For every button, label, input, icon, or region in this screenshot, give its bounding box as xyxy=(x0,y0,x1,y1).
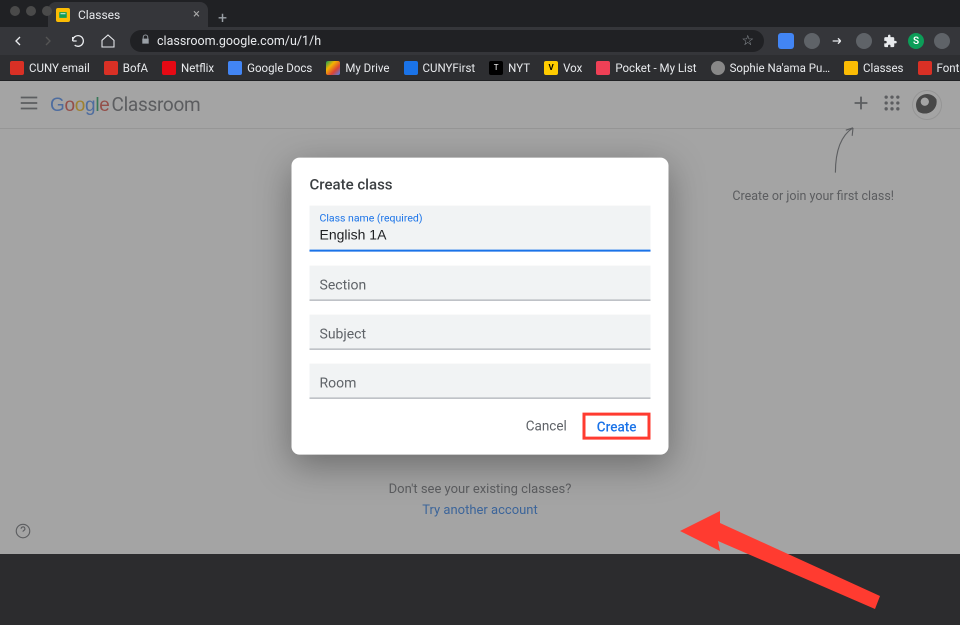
profile-badge[interactable]: S xyxy=(908,33,924,49)
window-traffic-lights xyxy=(10,6,52,16)
create-button[interactable]: Create xyxy=(587,415,647,441)
nav-home-icon[interactable] xyxy=(100,33,116,49)
browser-toolbar: classroom.google.com/u/1/h ☆ S xyxy=(0,27,960,55)
bookmarks-bar: CUNY email BofA Netflix Google Docs My D… xyxy=(0,55,960,81)
class-name-field[interactable]: Class name (required) xyxy=(310,205,651,251)
room-field[interactable]: Room xyxy=(310,363,651,398)
bookmark-label: Pocket - My List xyxy=(615,61,696,75)
page-content: Google Classroom Create or join your fir… xyxy=(0,81,960,554)
extension-row: S xyxy=(778,33,950,49)
bookmark-star-icon[interactable]: ☆ xyxy=(741,33,754,49)
create-button-highlight: Create xyxy=(583,413,651,440)
bookmark-item[interactable]: BofA xyxy=(104,61,148,75)
extension-icon[interactable] xyxy=(778,33,794,49)
nav-reload-icon[interactable] xyxy=(70,33,86,49)
browser-tab-strip: Classes × + xyxy=(0,0,960,27)
bookmark-label: NYT xyxy=(508,61,530,75)
bookmark-item[interactable]: CUNYFirst xyxy=(404,61,476,75)
bookmark-label: My Drive xyxy=(345,61,389,75)
extensions-puzzle-icon[interactable] xyxy=(882,33,898,49)
section-field[interactable]: Section xyxy=(310,265,651,300)
bookmark-item[interactable]: CUNY email xyxy=(10,61,90,75)
tab-favicon-icon xyxy=(56,8,70,22)
nav-back-icon[interactable] xyxy=(10,33,26,49)
section-label: Section xyxy=(320,277,641,293)
bookmark-label: Sophie Na'ama Pu… xyxy=(730,61,830,75)
new-tab-button[interactable]: + xyxy=(208,8,237,27)
bookmark-item[interactable]: Sophie Na'ama Pu… xyxy=(711,61,830,75)
dialog-actions: Cancel Create xyxy=(310,404,651,444)
browser-tab[interactable]: Classes × xyxy=(48,2,208,27)
dialog-title: Create class xyxy=(310,175,651,193)
bookmark-label: Vox xyxy=(563,61,582,75)
bookmark-label: Fonts In Use xyxy=(937,61,960,75)
class-name-input[interactable] xyxy=(320,224,641,242)
extension-icon[interactable] xyxy=(856,33,872,49)
tab-close-icon[interactable]: × xyxy=(193,7,200,22)
tab-title: Classes xyxy=(78,8,120,22)
omnibox-url: classroom.google.com/u/1/h xyxy=(157,34,321,49)
subject-label: Subject xyxy=(320,326,641,342)
bookmark-item[interactable]: Google Docs xyxy=(228,61,312,75)
bookmark-item[interactable]: Classes xyxy=(844,61,903,75)
bookmark-label: CUNY email xyxy=(29,61,90,75)
bookmark-item[interactable]: Pocket - My List xyxy=(596,61,696,75)
bookmark-item[interactable]: TNYT xyxy=(489,61,530,75)
bookmark-label: BofA xyxy=(123,61,148,75)
traffic-minimize[interactable] xyxy=(26,6,36,16)
lock-icon xyxy=(140,34,151,49)
omnibox[interactable]: classroom.google.com/u/1/h ☆ xyxy=(130,30,764,52)
cancel-button[interactable]: Cancel xyxy=(516,412,577,440)
create-class-dialog: Create class Class name (required) Secti… xyxy=(292,157,669,454)
bookmark-item[interactable]: Fonts In Use xyxy=(918,61,960,75)
share-icon[interactable] xyxy=(830,33,846,49)
bookmark-item[interactable]: My Drive xyxy=(326,61,389,75)
bookmark-label: Netflix xyxy=(181,61,214,75)
extension-icon[interactable] xyxy=(804,33,820,49)
bookmark-label: Classes xyxy=(863,61,903,75)
traffic-close[interactable] xyxy=(10,6,20,16)
bookmark-item[interactable]: Netflix xyxy=(162,61,214,75)
profile-icon[interactable] xyxy=(934,33,950,49)
bookmark-label: Google Docs xyxy=(247,61,312,75)
class-name-label: Class name (required) xyxy=(320,211,641,224)
bookmark-label: CUNYFirst xyxy=(423,61,476,75)
nav-forward-icon[interactable] xyxy=(40,33,56,49)
subject-field[interactable]: Subject xyxy=(310,314,651,349)
room-label: Room xyxy=(320,375,641,391)
traffic-zoom[interactable] xyxy=(42,6,52,16)
bookmark-item[interactable]: VVox xyxy=(544,61,582,75)
